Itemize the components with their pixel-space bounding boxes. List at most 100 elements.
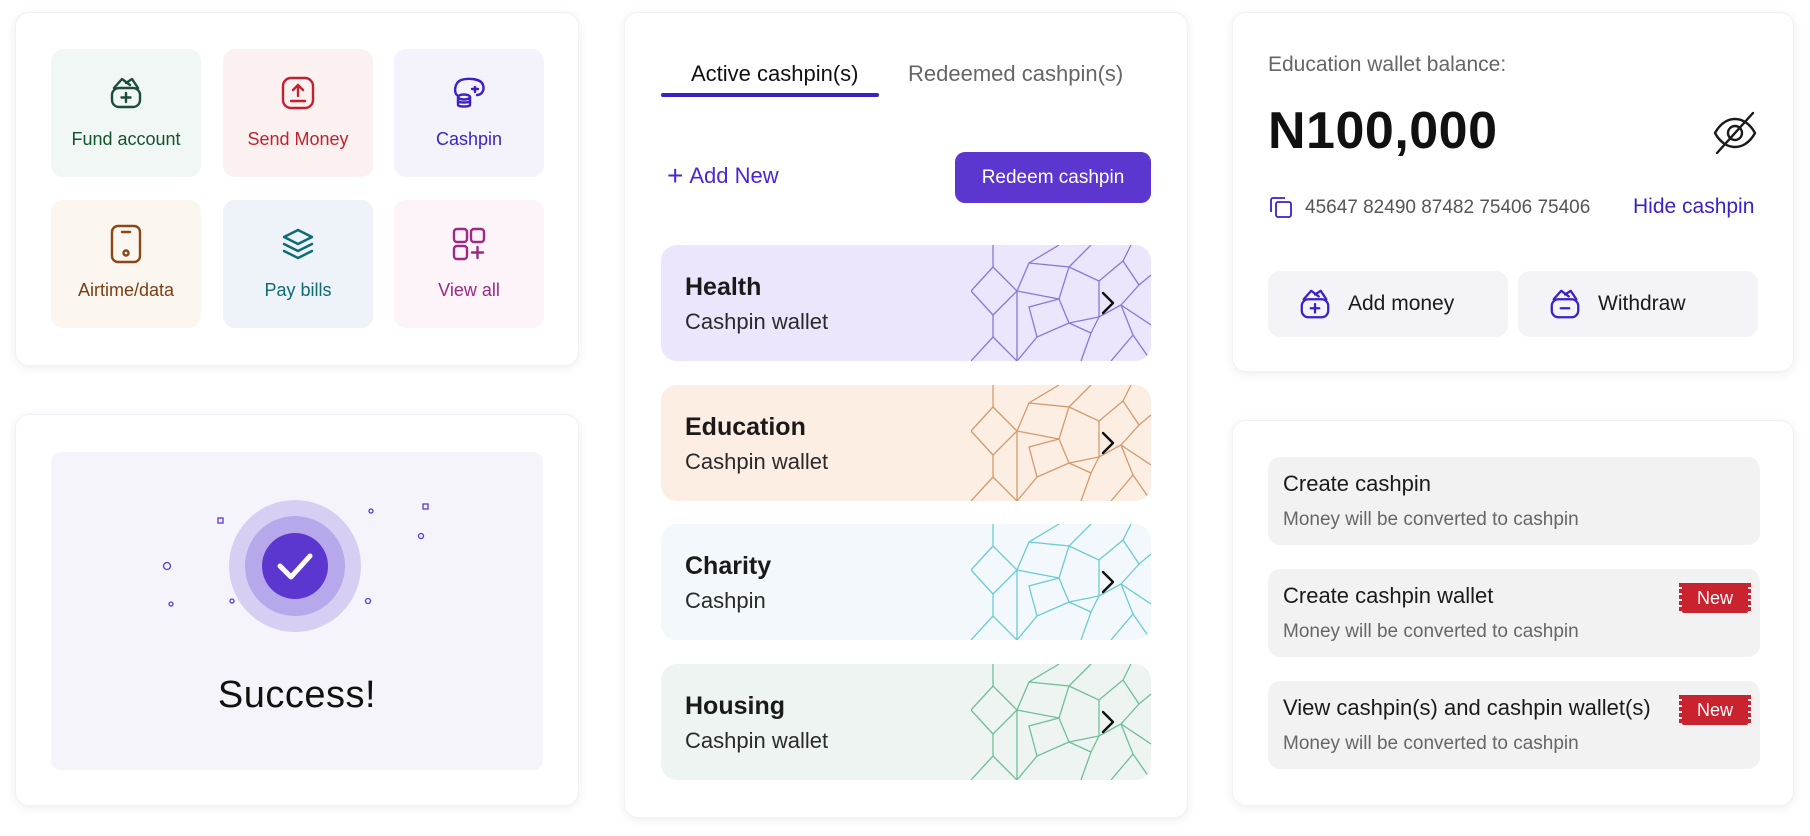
- pattern-line: [971, 266, 1018, 316]
- pattern-line: [1068, 316, 1100, 361]
- add-money-button[interactable]: Add money: [1268, 271, 1508, 337]
- add-new-button[interactable]: + Add New: [667, 160, 779, 191]
- option-create-cashpin-wallet[interactable]: Create cashpin wallet Money will be conv…: [1268, 569, 1760, 657]
- pattern-line: [1122, 385, 1151, 426]
- copy-icon[interactable]: [1269, 195, 1293, 219]
- upload-box-icon: [278, 73, 318, 113]
- chevron-right-icon: [1101, 570, 1115, 594]
- chevron-right-icon: [1101, 291, 1115, 315]
- option-title: View cashpin(s) and cashpin wallet(s): [1283, 695, 1651, 720]
- confetti-square: [422, 503, 429, 510]
- pattern-line: [971, 685, 1018, 735]
- wallet-title: Health: [685, 273, 762, 301]
- wallet-card-housing[interactable]: Housing Cashpin wallet: [661, 664, 1151, 780]
- wallet-add-icon: [106, 73, 146, 113]
- fund-account-label: Fund account: [71, 129, 181, 149]
- wallet-card-health[interactable]: Health Cashpin wallet: [661, 245, 1151, 361]
- wallet-add-icon: [1300, 289, 1330, 319]
- balance-label: Education wallet balance:: [1268, 53, 1507, 76]
- hide-cashpin-link[interactable]: Hide cashpin: [1633, 195, 1754, 219]
- confetti-dot: [162, 561, 172, 571]
- pattern-line: [1110, 304, 1151, 361]
- wallet-title: Charity: [685, 552, 772, 580]
- balance-card: Education wallet balance: N100,000 45647…: [1232, 12, 1794, 372]
- pattern-line: [971, 545, 1018, 595]
- cashpins-card: Active cashpin(s) Redeemed cashpin(s) + …: [624, 12, 1188, 818]
- success-panel: Success!: [51, 452, 543, 770]
- geometric-pattern: [971, 245, 1151, 361]
- add-money-label: Add money: [1348, 292, 1455, 315]
- confetti-dot: [229, 598, 235, 604]
- tab-redeemed-cashpins[interactable]: Redeemed cashpin(s): [908, 61, 1123, 87]
- eye-off-icon[interactable]: [1711, 109, 1759, 157]
- pattern-line: [971, 406, 1018, 456]
- success-illustration: [162, 500, 429, 632]
- send-money-tile[interactable]: Send Money: [223, 49, 373, 177]
- wallet-minus-icon: [1550, 289, 1580, 319]
- pattern-line: [1068, 524, 1100, 603]
- chevron-right-icon: [1101, 431, 1115, 455]
- geometric-pattern: [971, 664, 1151, 780]
- pattern-line: [1068, 735, 1100, 780]
- geometric-pattern: [971, 385, 1151, 501]
- pattern-line: [1122, 245, 1151, 286]
- airtime-data-tile[interactable]: Airtime/data: [51, 200, 201, 328]
- option-subtitle: Money will be converted to cashpin: [1283, 509, 1579, 530]
- pattern-line: [1068, 245, 1100, 324]
- option-subtitle: Money will be converted to cashpin: [1283, 621, 1579, 642]
- pattern-line: [971, 615, 1018, 640]
- pay-bills-tile[interactable]: Pay bills: [223, 200, 373, 328]
- cashpin-number: 45647 82490 87482 75406 75406: [1305, 197, 1591, 218]
- withdraw-button[interactable]: Withdraw: [1518, 271, 1758, 337]
- pattern-line: [971, 476, 1018, 501]
- balance-amount: N100,000: [1268, 102, 1498, 160]
- geometric-pattern: [971, 524, 1151, 640]
- pattern-line: [1016, 245, 1070, 300]
- pattern-line: [1016, 717, 1070, 780]
- tab-active-cashpins[interactable]: Active cashpin(s): [691, 61, 859, 87]
- wallet-card-charity[interactable]: Charity Cashpin: [661, 524, 1151, 640]
- pattern-line: [1110, 583, 1151, 640]
- confetti-dot: [168, 601, 174, 607]
- fund-account-tile[interactable]: Fund account: [51, 49, 201, 177]
- send-money-label: Send Money: [247, 129, 349, 149]
- view-all-label: View all: [438, 280, 500, 300]
- pattern-line: [1016, 438, 1070, 501]
- cashpin-options-card: Create cashpin Money will be converted t…: [1232, 420, 1794, 806]
- pattern-line: [1110, 723, 1151, 780]
- pattern-line: [1068, 456, 1100, 501]
- coins-icon: [449, 73, 489, 113]
- pattern-line: [971, 755, 1018, 780]
- view-all-tile[interactable]: View all: [394, 200, 544, 328]
- new-badge: New: [1679, 695, 1751, 725]
- pattern-line: [1068, 595, 1100, 640]
- success-card: Success!: [15, 414, 579, 806]
- option-title: Create cashpin: [1283, 471, 1431, 496]
- pattern-line: [1016, 524, 1070, 579]
- redeem-cashpin-button[interactable]: Redeem cashpin: [955, 152, 1151, 203]
- cashpin-tile[interactable]: Cashpin: [394, 49, 544, 177]
- new-badge: New: [1679, 583, 1751, 613]
- chevron-right-icon: [1101, 710, 1115, 734]
- option-view-cashpins[interactable]: View cashpin(s) and cashpin wallet(s) Mo…: [1268, 681, 1760, 769]
- option-subtitle: Money will be converted to cashpin: [1283, 733, 1579, 754]
- pattern-line: [1016, 664, 1070, 719]
- wallet-subtitle: Cashpin wallet: [685, 309, 829, 334]
- pattern-line: [1110, 444, 1151, 501]
- wallet-subtitle: Cashpin wallet: [685, 449, 829, 474]
- wallet-title: Education: [685, 413, 806, 441]
- option-create-cashpin[interactable]: Create cashpin Money will be converted t…: [1268, 457, 1760, 545]
- pattern-line: [1068, 385, 1100, 464]
- wallet-subtitle: Cashpin wallet: [685, 728, 829, 753]
- quick-actions-card: Fund account Send Money Cashpin Airtime/…: [15, 12, 579, 366]
- wallet-subtitle: Cashpin: [685, 588, 766, 613]
- pattern-line: [1016, 385, 1070, 440]
- wallet-title: Housing: [685, 692, 785, 720]
- pattern-line: [1016, 577, 1070, 640]
- cashpin-label: Cashpin: [435, 129, 503, 149]
- withdraw-label: Withdraw: [1598, 292, 1686, 315]
- option-title: Create cashpin wallet: [1283, 583, 1494, 608]
- wallet-card-education[interactable]: Education Cashpin wallet: [661, 385, 1151, 501]
- plus-icon: +: [667, 160, 684, 191]
- confetti-dot: [417, 532, 425, 540]
